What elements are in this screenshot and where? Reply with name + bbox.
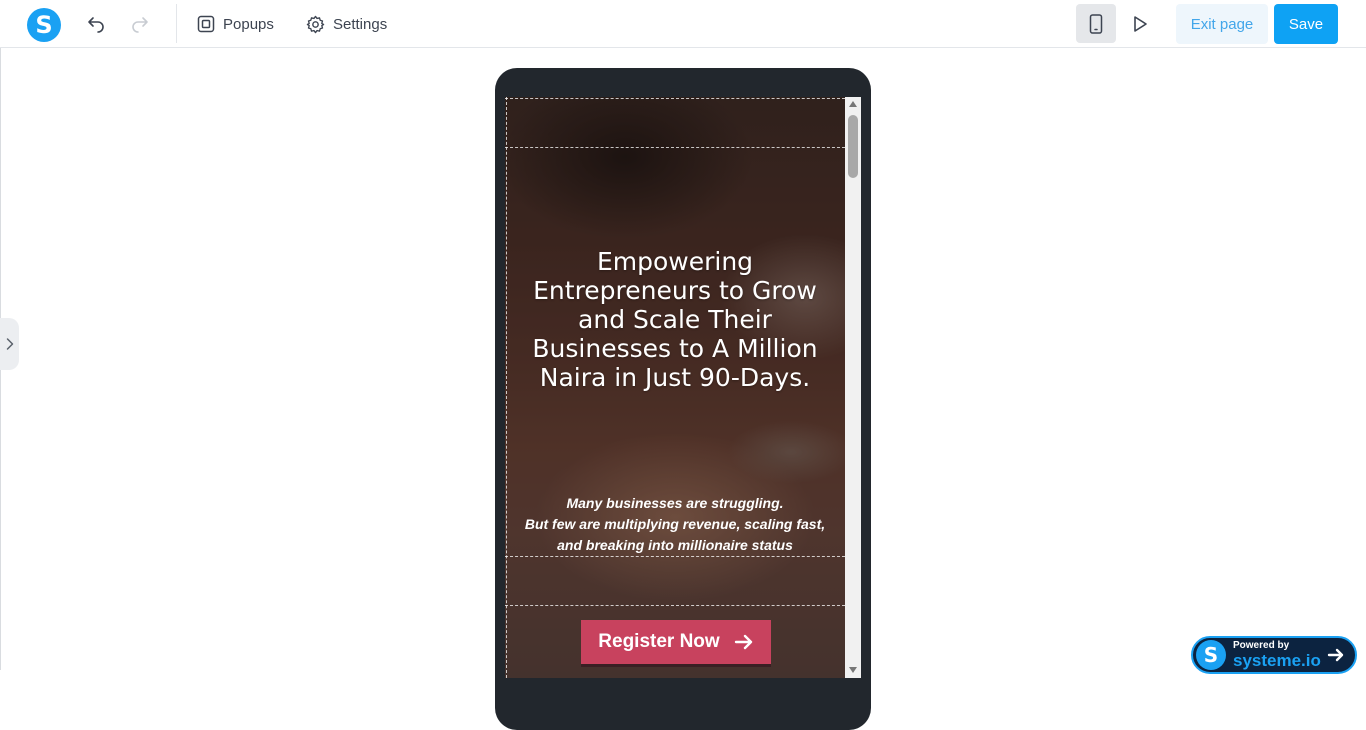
- section-outline: [505, 147, 845, 148]
- subheadline-line: Many businesses are struggling.: [566, 495, 784, 511]
- systeme-badge-logo: S: [1196, 640, 1226, 670]
- brand-label: systeme.io: [1233, 651, 1321, 670]
- preview-button[interactable]: [1128, 12, 1152, 36]
- redo-icon: [132, 17, 148, 33]
- powered-by-label: Powered by: [1233, 640, 1290, 651]
- gear-icon: [306, 15, 325, 33]
- mobile-view-button[interactable]: [1076, 4, 1116, 43]
- top-toolbar: S Popups Settings Exit page Save: [0, 0, 1366, 48]
- redo-button[interactable]: [128, 12, 152, 36]
- arrow-right-icon: [1327, 648, 1344, 662]
- popups-icon: [197, 15, 215, 33]
- undo-button[interactable]: [84, 12, 108, 36]
- settings-button[interactable]: Settings: [306, 12, 387, 36]
- section-outline: [505, 605, 845, 606]
- scroll-thumb[interactable]: [848, 115, 858, 178]
- register-now-button[interactable]: Register Now: [581, 620, 771, 667]
- mobile-preview: Empowering Entrepreneurs to Grow and Sca…: [505, 97, 861, 678]
- chevron-right-icon: [6, 338, 13, 350]
- section-outline: [505, 556, 845, 557]
- powered-by-badge[interactable]: S Powered by systeme.io: [1191, 636, 1357, 674]
- systeme-logo[interactable]: S: [27, 8, 61, 42]
- arrow-right-icon: [734, 634, 752, 650]
- popups-button[interactable]: Popups: [197, 12, 274, 36]
- section-outline: [505, 98, 845, 99]
- powered-by-text: Powered by systeme.io: [1233, 640, 1321, 670]
- toolbar-divider: [176, 4, 177, 43]
- hero-section[interactable]: Empowering Entrepreneurs to Grow and Sca…: [505, 97, 845, 678]
- section-outline: [506, 97, 507, 678]
- scroll-down-icon[interactable]: [849, 667, 857, 673]
- mobile-device-icon: [1089, 13, 1103, 34]
- settings-label: Settings: [333, 15, 388, 33]
- play-icon: [1134, 16, 1147, 32]
- hero-headline[interactable]: Empowering Entrepreneurs to Grow and Sca…: [521, 247, 829, 392]
- hero-subheadline[interactable]: Many businesses are struggling. But few …: [515, 493, 835, 556]
- popups-label: Popups: [223, 15, 274, 33]
- preview-scrollbar[interactable]: [845, 97, 861, 678]
- save-button[interactable]: Save: [1274, 4, 1338, 44]
- cta-label: Register Now: [598, 631, 720, 652]
- sidebar-toggle[interactable]: [0, 318, 19, 370]
- subheadline-line: But few are multiplying revenue, scaling…: [524, 516, 826, 553]
- exit-page-button[interactable]: Exit page: [1176, 4, 1268, 44]
- scroll-up-icon[interactable]: [849, 101, 857, 107]
- undo-icon: [88, 17, 104, 33]
